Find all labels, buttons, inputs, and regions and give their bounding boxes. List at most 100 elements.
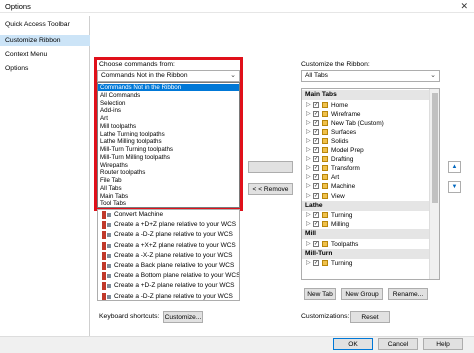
checkbox-icon[interactable]: ✓ [313,119,319,126]
checkbox-icon[interactable]: ✓ [313,183,319,190]
expand-icon[interactable]: ▷ [306,259,311,266]
list-item[interactable]: Create a +D+Z plane relative to your WCS [100,220,239,230]
list-item[interactable]: Create a -D-Z plane relative to your WCS [100,292,239,300]
tree-item[interactable]: ▷ ✓ Art [302,173,429,182]
close-icon[interactable]: ✕ [460,1,468,12]
checkbox-icon[interactable]: ✓ [313,147,319,153]
customizations-label: Customizations: [301,313,350,320]
keyboard-shortcuts-label: Keyboard shortcuts: [99,313,160,320]
sidebar-item-customize-ribbon[interactable]: Customize Ribbon [0,35,90,46]
tree-item[interactable]: ▷ ✓ Transform [302,164,429,173]
tree-item[interactable]: ▷ ✓ Model Prep [302,146,429,155]
customize-ribbon-value: All Tabs [305,72,328,79]
tree-item[interactable]: ▷ ✓ Surfaces [302,128,429,137]
checkbox-icon[interactable]: ✓ [313,128,319,135]
add-button[interactable] [248,161,293,173]
tab-icon [322,174,328,181]
tree-group-header[interactable]: Mill-Turn [302,248,429,259]
tree-item[interactable]: ▷ ✓ Milling [302,220,429,229]
tree-group-header[interactable]: Mill [302,229,429,240]
move-up-icon[interactable]: ▲ [448,161,461,173]
help-button[interactable]: Help [423,338,463,350]
tree-item-label: Wireframe [331,110,361,118]
new-group-button[interactable]: New Group [341,288,383,300]
list-item[interactable]: Create a -X-Z plane relative to your WCS [100,251,239,261]
chevron-down-icon: ⌄ [430,72,436,79]
cancel-button[interactable]: Cancel [378,338,418,350]
checkbox-icon[interactable]: ✓ [313,174,319,181]
move-down-icon[interactable]: ▼ [448,181,461,193]
plane-icon [102,221,111,230]
expand-icon[interactable]: ▷ [306,146,311,153]
tree-item[interactable]: ▷ ✓ Turning [302,259,429,268]
expand-icon[interactable]: ▷ [306,155,311,162]
tab-icon [322,137,328,144]
tree-item-label: Toolpaths [331,240,359,248]
scroll-thumb[interactable] [432,93,438,203]
reset-button[interactable]: Reset [350,311,390,323]
tree-item[interactable]: ▷ ✓ View [302,192,429,201]
plane-icon [102,241,111,250]
new-tab-button[interactable]: New Tab [304,288,336,300]
tree-item-label: Drafting [331,156,354,164]
tree-item-label: Transform [331,165,360,173]
sidebar-item-options[interactable]: Options [0,63,90,74]
checkbox-icon[interactable]: ✓ [313,260,319,267]
checkbox-icon[interactable]: ✓ [313,156,319,163]
checkbox-icon[interactable]: ✓ [313,165,319,172]
sidebar-item-quick-access-toolbar[interactable]: Quick Access Toolbar [0,19,90,30]
expand-icon[interactable]: ▷ [306,137,311,144]
list-item[interactable]: Create a +D-Z plane relative to your WCS [100,281,239,291]
expand-icon[interactable]: ▷ [306,240,311,247]
tree-item[interactable]: ▷ ✓ Home [302,101,429,110]
plane-icon [102,272,111,281]
tree-item-label: New Tab (Custom) [331,119,384,127]
tree-item[interactable]: ▷ ✓ New Tab (Custom) [302,119,429,128]
tree-item[interactable]: ▷ ✓ Machine [302,182,429,191]
tree-item[interactable]: ▷ ✓ Drafting [302,155,429,164]
expand-icon[interactable]: ▷ [306,164,311,171]
tree-item[interactable]: ▷ ✓ Turning [302,211,429,220]
tree-scrollbar[interactable] [429,89,439,279]
expand-icon[interactable]: ▷ [306,173,311,180]
command-label: Create a -X-Z plane relative to your WCS [114,251,233,259]
tab-icon [322,192,328,199]
sidebar-item-context-menu[interactable]: Context Menu [0,49,90,60]
customize-shortcuts-button[interactable]: Customize... [163,311,203,323]
tree-group-header[interactable]: Lathe [302,200,429,211]
ribbon-tree: Main Tabs ▷ ✓ Home ▷ ✓ Wireframe ▷ ✓ New Tab (Cus… [301,88,440,280]
expand-icon[interactable]: ▷ [306,110,311,117]
expand-icon[interactable]: ▷ [306,182,311,189]
tab-icon [322,260,328,267]
list-item[interactable]: Create a Back plane relative to your WCS [100,261,239,271]
tree-item-label: Model Prep [331,147,364,154]
tree-item[interactable]: ▷ ✓ Toolpaths [302,240,429,249]
expand-icon[interactable]: ▷ [306,220,311,227]
customize-ribbon-combo[interactable]: All Tabs ⌄ [301,70,440,82]
list-item[interactable]: Create a Bottom plane relative to your W… [100,271,239,281]
rename-button[interactable]: Rename... [388,288,428,300]
expand-icon[interactable]: ▷ [306,128,311,135]
checkbox-icon[interactable]: ✓ [313,212,319,219]
tree-group-header[interactable]: Main Tabs [302,90,429,100]
checkbox-icon[interactable]: ✓ [313,192,319,199]
checkbox-icon[interactable]: ✓ [313,221,319,228]
tree-item-label: View [331,192,345,200]
checkbox-icon[interactable]: ✓ [313,240,319,247]
checkbox-icon[interactable]: ✓ [313,110,319,117]
expand-icon[interactable]: ▷ [306,192,311,199]
checkbox-icon[interactable]: ✓ [313,137,319,144]
expand-icon[interactable]: ▷ [306,101,311,108]
remove-button[interactable]: < < Remove [248,183,293,195]
tab-icon [322,128,328,135]
checkbox-icon[interactable]: ✓ [313,101,319,108]
ok-button[interactable]: OK [333,338,373,350]
list-item[interactable]: Create a -D-Z plane relative to your WCS [100,230,239,240]
tree-item[interactable]: ▷ ✓ Solids [302,137,429,146]
list-item[interactable]: Create a +X+Z plane relative to your WCS [100,241,239,251]
tab-icon [322,240,328,247]
list-item[interactable]: Convert Machine [100,210,239,220]
expand-icon[interactable]: ▷ [306,211,311,218]
expand-icon[interactable]: ▷ [306,119,311,126]
tree-item[interactable]: ▷ ✓ Wireframe [302,110,429,119]
